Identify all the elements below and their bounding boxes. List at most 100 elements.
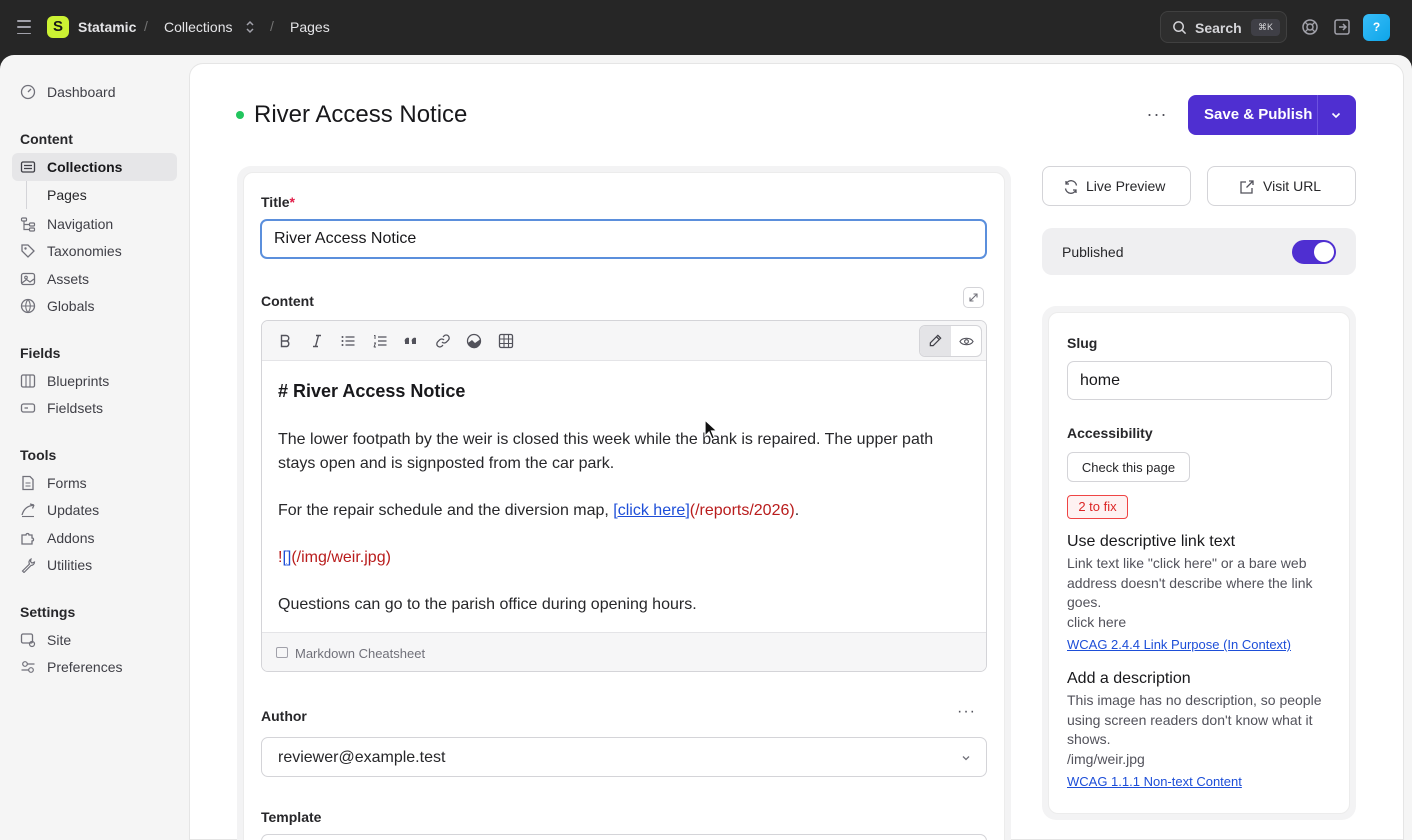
pencil-icon bbox=[929, 334, 942, 347]
markdown-icon bbox=[276, 647, 288, 658]
table-icon[interactable] bbox=[498, 333, 514, 349]
sidebar-item-label: Updates bbox=[47, 502, 100, 518]
write-mode-button[interactable] bbox=[920, 326, 951, 356]
author-more-button[interactable]: ··· bbox=[957, 703, 976, 721]
wrench-icon bbox=[21, 557, 36, 573]
sidebar-item-label: Blueprints bbox=[47, 373, 110, 389]
fieldset-icon bbox=[20, 403, 36, 413]
sidebar-item-utilities[interactable]: Utilities bbox=[12, 551, 177, 579]
sidebar-item-label: Navigation bbox=[47, 216, 114, 232]
sidebar-item-updates[interactable]: Updates bbox=[12, 496, 177, 524]
search-button[interactable]: Search ⌘K bbox=[1160, 11, 1287, 43]
template-select[interactable] bbox=[261, 834, 987, 840]
quote-icon[interactable] bbox=[403, 333, 419, 349]
sidebar-item-label: Forms bbox=[47, 475, 87, 491]
expand-icon[interactable] bbox=[963, 287, 984, 308]
button-divider bbox=[1317, 95, 1318, 135]
chevron-up-down-icon[interactable] bbox=[245, 19, 255, 35]
lifebuoy-icon[interactable] bbox=[1301, 18, 1319, 36]
issue-value: click here bbox=[1067, 614, 1127, 630]
sidebar-item-collections[interactable]: Collections bbox=[12, 153, 177, 181]
sidebar-item-blueprints[interactable]: Blueprints bbox=[12, 367, 177, 395]
issues-count-badge: 2 to fix bbox=[1067, 495, 1128, 519]
editor-image-line: ![](/img/weir.jpg) bbox=[278, 549, 391, 566]
published-status-dot bbox=[236, 111, 244, 119]
markdown-link-url: (/reports/2026) bbox=[689, 502, 795, 519]
more-actions-button[interactable]: ··· bbox=[1145, 104, 1169, 124]
sidebar-item-site[interactable]: Site bbox=[12, 626, 177, 654]
search-label: Search bbox=[1195, 20, 1242, 36]
mouse-cursor-icon bbox=[704, 419, 719, 440]
user-avatar-button[interactable]: ? bbox=[1363, 14, 1390, 41]
sidebar-item-label: Addons bbox=[47, 530, 95, 546]
author-label: Author bbox=[261, 708, 307, 724]
slug-label: Slug bbox=[1067, 335, 1098, 351]
breadcrumb-separator: / bbox=[144, 18, 148, 34]
sidebar-item-assets[interactable]: Assets bbox=[12, 265, 177, 293]
breadcrumb-collections[interactable]: Collections bbox=[164, 19, 232, 35]
sidebar-heading-tools: Tools bbox=[20, 447, 57, 463]
sidebar-heading-content: Content bbox=[20, 131, 73, 147]
sidebar-item-pages[interactable]: Pages bbox=[12, 181, 177, 209]
globe-icon bbox=[20, 298, 36, 314]
visit-url-button[interactable]: Visit URL bbox=[1207, 166, 1356, 206]
published-label: Published bbox=[1062, 244, 1124, 260]
sidebar-item-label: Site bbox=[47, 632, 72, 648]
save-publish-button[interactable]: Save & Publish bbox=[1188, 95, 1356, 135]
collections-icon bbox=[20, 161, 36, 173]
breadcrumb-pages[interactable]: Pages bbox=[290, 19, 330, 35]
sidebar-item-taxonomies[interactable]: Taxonomies bbox=[12, 237, 177, 265]
ordered-list-icon[interactable] bbox=[372, 333, 388, 349]
chevron-down-icon[interactable] bbox=[1330, 109, 1342, 121]
eye-icon[interactable] bbox=[959, 334, 974, 349]
sidebar-item-globals[interactable]: Globals bbox=[12, 292, 177, 320]
puzzle-icon bbox=[21, 532, 35, 545]
hamburger-icon[interactable] bbox=[17, 20, 31, 34]
sliders-icon bbox=[21, 661, 35, 673]
breadcrumb-separator: / bbox=[270, 18, 274, 34]
wcag-link[interactable]: WCAG 2.4.4 Link Purpose (In Context) bbox=[1067, 637, 1291, 652]
sidebar-item-preferences[interactable]: Preferences bbox=[12, 653, 177, 681]
editor-paragraph: For the repair schedule and the diversio… bbox=[278, 502, 800, 519]
sidebar-item-forms[interactable]: Forms bbox=[12, 469, 177, 497]
title-label: Title* bbox=[261, 194, 295, 210]
sidebar-heading-settings: Settings bbox=[20, 604, 76, 620]
sidebar-item-label: Taxonomies bbox=[47, 243, 122, 259]
link-icon[interactable] bbox=[435, 333, 451, 349]
bold-icon[interactable] bbox=[277, 333, 293, 349]
sidebar-item-label: Assets bbox=[47, 271, 90, 287]
sidebar-item-label: Collections bbox=[47, 159, 123, 175]
wcag-link[interactable]: WCAG 1.1.1 Non-text Content bbox=[1067, 774, 1242, 789]
breadcrumb-brand[interactable]: Statamic bbox=[78, 19, 136, 35]
log-out-icon[interactable] bbox=[1333, 18, 1351, 36]
published-toggle[interactable] bbox=[1292, 240, 1336, 264]
sidebar-item-dashboard[interactable]: Dashboard bbox=[12, 78, 177, 106]
navigation-icon bbox=[20, 217, 36, 232]
italic-icon[interactable] bbox=[309, 333, 325, 349]
slug-input[interactable] bbox=[1067, 361, 1332, 400]
statamic-logo[interactable]: S bbox=[47, 16, 69, 38]
title-input[interactable] bbox=[260, 219, 987, 259]
sidebar-item-navigation[interactable]: Navigation bbox=[12, 210, 177, 238]
markdown-link-text: [click here] bbox=[613, 502, 690, 519]
image-icon[interactable] bbox=[466, 333, 482, 349]
sidebar-item-addons[interactable]: Addons bbox=[12, 524, 177, 552]
live-preview-button[interactable]: Live Preview bbox=[1042, 166, 1191, 206]
sidebar-item-label: Dashboard bbox=[47, 84, 116, 100]
toggle-knob bbox=[1314, 242, 1334, 262]
forms-icon bbox=[22, 475, 34, 491]
issue-value: /img/weir.jpg bbox=[1067, 751, 1145, 767]
editor-mode-toggle bbox=[919, 325, 982, 357]
sidebar-item-label: Fieldsets bbox=[47, 400, 104, 416]
chevron-down-icon bbox=[962, 756, 970, 761]
author-select[interactable]: reviewer@example.test bbox=[261, 737, 987, 777]
check-page-button[interactable]: Check this page bbox=[1067, 452, 1190, 482]
tag-icon bbox=[21, 244, 35, 258]
sidebar-item-fieldsets[interactable]: Fieldsets bbox=[12, 394, 177, 422]
editor-heading-line: # River Access Notice bbox=[278, 381, 466, 401]
site-settings-icon bbox=[20, 633, 36, 648]
sidebar-item-label: Preferences bbox=[47, 659, 123, 675]
markdown-cheatsheet-link[interactable]: Markdown Cheatsheet bbox=[295, 646, 425, 661]
editor-footer: Markdown Cheatsheet bbox=[262, 632, 986, 671]
bullet-list-icon[interactable] bbox=[340, 333, 356, 349]
